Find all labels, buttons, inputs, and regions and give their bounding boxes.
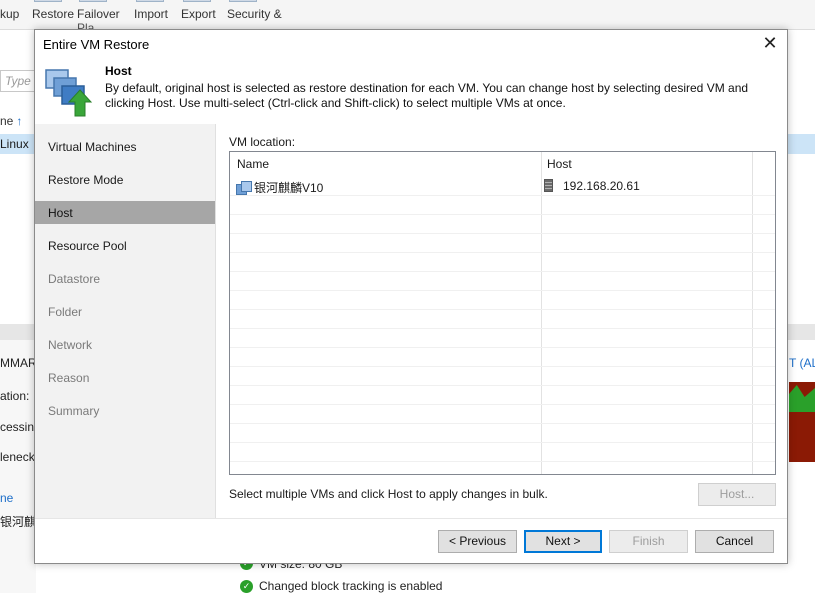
wizard-step-host[interactable]: Host — [35, 201, 215, 224]
all-tab[interactable]: T (ALL — [789, 356, 815, 370]
wizard-step-restore-mode[interactable]: Restore Mode — [35, 168, 215, 191]
wizard-step-network: Network — [48, 338, 93, 352]
ribbon-label: Failover — [77, 7, 120, 21]
background-selected-row[interactable]: Linux — [0, 134, 36, 154]
background-search-input[interactable]: Type — [0, 70, 36, 92]
step-title: Host — [105, 64, 132, 78]
row-line — [230, 290, 775, 291]
row-line — [230, 423, 775, 424]
row-line — [230, 385, 775, 386]
status-text: Changed block tracking is enabled — [259, 579, 443, 593]
vm-host: 192.168.20.61 — [563, 179, 640, 193]
wizard-step-datastore: Datastore — [48, 272, 101, 286]
ribbon-label: Security & — [227, 7, 282, 21]
column-divider — [541, 152, 542, 474]
table-row-vm-name[interactable]: 银河麒麟V10 — [236, 179, 323, 196]
row-line — [230, 442, 775, 443]
export-icon — [183, 0, 211, 2]
import-icon — [136, 0, 164, 2]
summary-label: leneck — [0, 450, 35, 464]
row-line — [230, 233, 775, 234]
vm-location-label: VM location: — [229, 135, 296, 149]
finish-button[interactable]: Finish — [609, 530, 688, 553]
column-header-host[interactable]: Host — [547, 157, 572, 171]
failover-icon — [79, 0, 107, 2]
row-line — [230, 366, 775, 367]
wizard-steps-nav: Virtual Machines Restore Mode Host Resou… — [35, 124, 215, 518]
ribbon-label: Import — [134, 7, 169, 21]
next-button[interactable]: Next > — [524, 530, 602, 553]
step-content: VM location: Name Host 银河麒麟V10 192.168.2… — [215, 124, 787, 518]
ribbon-toolbar: kup Restore Failover Pla Import Export S… — [0, 0, 815, 35]
ribbon-label: Export — [181, 7, 216, 21]
server-icon — [544, 179, 553, 192]
row-line — [230, 214, 775, 215]
restore-icon — [34, 0, 62, 2]
close-icon[interactable]: ✕ — [761, 34, 779, 52]
wizard-step-resource-pool[interactable]: Resource Pool — [35, 234, 215, 257]
summary-label: ation: — [0, 389, 30, 403]
sort-up-icon: ↑ — [16, 114, 23, 128]
wizard-step-folder: Folder — [48, 305, 83, 319]
row-line — [230, 347, 775, 348]
background-column-header[interactable]: ne ↑ — [0, 112, 36, 132]
row-line — [230, 404, 775, 405]
row-line — [230, 252, 775, 253]
row-line — [230, 309, 775, 310]
dialog-header: Host By default, original host is select… — [35, 60, 787, 124]
wizard-step-virtual-machines[interactable]: Virtual Machines — [35, 135, 215, 158]
ribbon-label: Restore — [32, 7, 75, 21]
row-line — [230, 461, 775, 462]
ribbon-label: kup — [0, 7, 20, 21]
bulk-hint-text: Select multiple VMs and click Host to ap… — [229, 487, 548, 501]
background-status-list: ✓ VM size: 80 GB ✓ Changed block trackin… — [228, 557, 788, 593]
row-line — [230, 328, 775, 329]
wizard-step-summary: Summary — [48, 404, 100, 418]
host-step-icon — [45, 69, 93, 117]
vm-location-table[interactable]: Name Host 银河麒麟V10 192.168.20.61 — [229, 151, 776, 475]
previous-button[interactable]: < Previous — [438, 530, 517, 553]
table-row-vm-host[interactable]: 192.168.20.61 — [544, 179, 640, 193]
summary-item-name: 银河麒 — [0, 515, 37, 529]
entire-vm-restore-dialog: Entire VM Restore ✕ Host By default, ori… — [34, 29, 788, 564]
column-header-name[interactable]: Name — [237, 157, 269, 171]
dialog-title: Entire VM Restore — [43, 37, 150, 52]
column-divider — [752, 152, 753, 474]
security-icon — [229, 0, 257, 2]
dialog-footer: < Previous Next > Finish Cancel — [35, 518, 787, 563]
summary-link[interactable]: ne — [0, 491, 13, 505]
column-header-label: ne — [0, 114, 14, 128]
step-description: By default, original host is selected as… — [105, 81, 749, 110]
row-line — [230, 271, 775, 272]
background-summary-panel: MMARY ation: cessing leneck ne 银河麒 — [0, 340, 44, 593]
vm-icon — [236, 181, 252, 195]
background-splitter-right — [787, 324, 815, 340]
wizard-step-reason: Reason — [48, 371, 90, 385]
background-selected-row-right — [787, 134, 815, 154]
cancel-button[interactable]: Cancel — [695, 530, 774, 553]
check-icon: ✓ — [240, 580, 253, 593]
host-button[interactable]: Host... — [698, 483, 776, 506]
background-splitter[interactable] — [0, 324, 36, 340]
vm-name: 银河麒麟V10 — [254, 181, 324, 195]
